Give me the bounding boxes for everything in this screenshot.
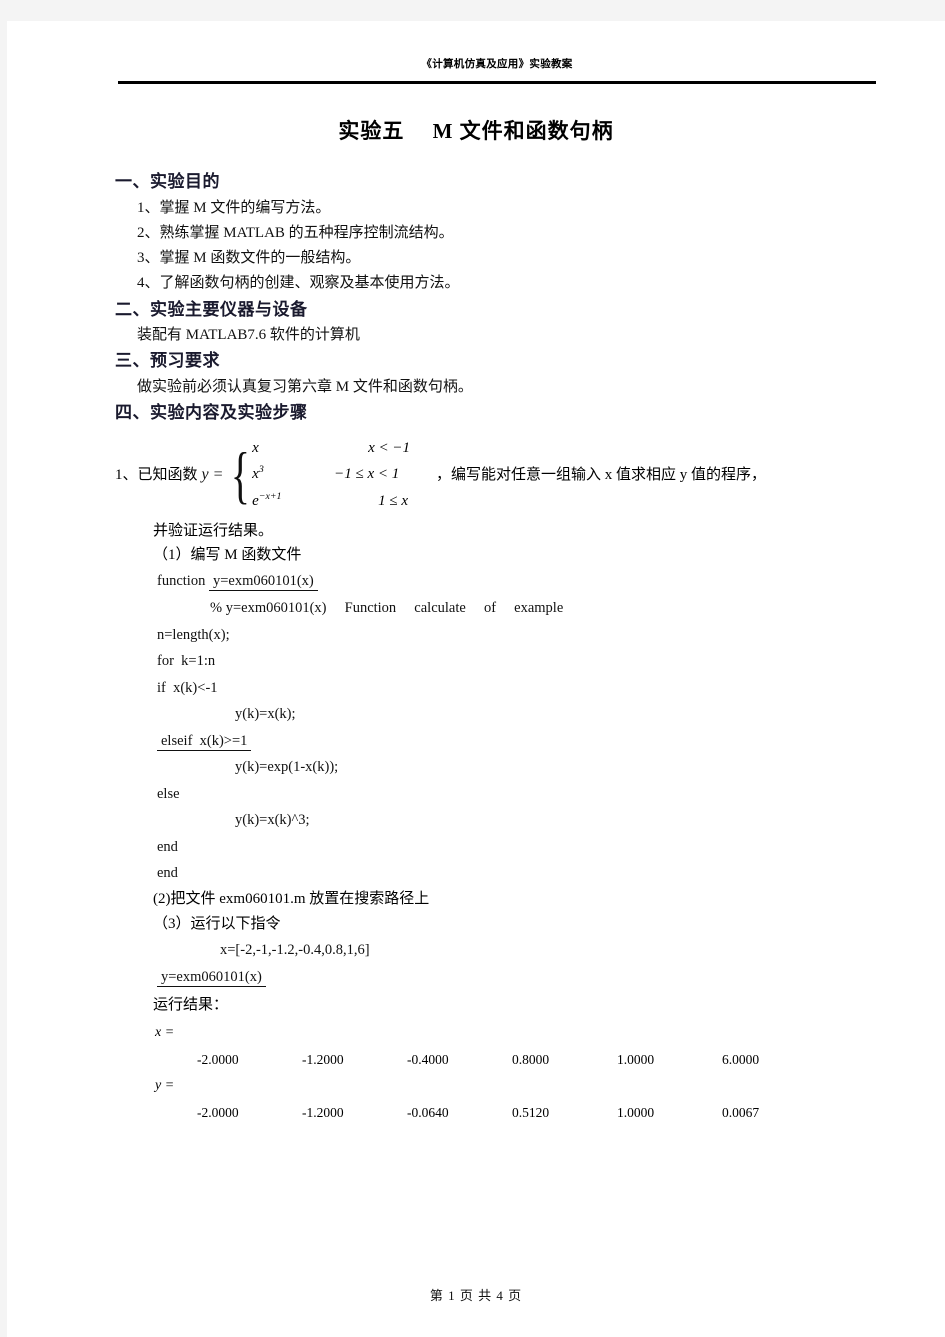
case-3-condition: 1 ≤ x xyxy=(378,493,409,510)
footer-middle: 页 共 xyxy=(459,1288,493,1303)
page-footer: 第 1 页 共 4 页 xyxy=(7,1285,945,1304)
code-line-function: function y=exm060101(x) xyxy=(157,568,887,595)
objective-item-4: 4、了解函数句柄的创建、观察及基本使用方法。 xyxy=(137,275,460,292)
left-brace-glyph: { xyxy=(231,438,251,510)
running-header: 《计算机仿真及应用》实验教案 xyxy=(421,59,573,70)
footer-prefix: 第 xyxy=(429,1288,444,1303)
case-1-expression: x xyxy=(252,439,259,456)
case-3-expression: e−x+1 xyxy=(252,491,282,510)
output-x-value-4: 0.8000 xyxy=(512,1051,550,1067)
output-x-value-3: -0.4000 xyxy=(407,1051,449,1067)
code-line-assign-1: y(k)=x(k); xyxy=(235,706,296,723)
section-heading-3: 三、预习要求 xyxy=(115,351,220,371)
equipment-text: 装配有 MATLAB7.6 软件的计算机 xyxy=(137,327,360,344)
output-x-row: -2.0000 -1.2000 -0.4000 0.8000 1.0000 6.… xyxy=(197,1047,887,1073)
code-line-for: for k=1:n xyxy=(157,653,216,670)
document-body: 一、实验目的 1、掌握 M 文件的编写方法。 2、熟练掌握 MATLAB 的五种… xyxy=(115,169,887,1126)
case-2-expression: x3 xyxy=(252,464,264,483)
footer-suffix: 页 xyxy=(508,1288,523,1303)
case-row-3: e−x+1 1 ≤ x xyxy=(252,488,410,515)
equation-y-label: y = xyxy=(201,466,224,484)
section-heading-1: 一、实验目的 xyxy=(115,172,220,191)
step-2-label: (2)把文件 exm060101.m 放置在搜索路径上 xyxy=(153,890,430,907)
header-divider-rule xyxy=(118,81,876,84)
objective-item-3: 3、掌握 M 函数文件的一般结构。 xyxy=(137,250,361,267)
page-title-en: M 文件和函数句柄 xyxy=(432,119,614,143)
code-line-comment: % y=exm060101(x) Function calculate of e… xyxy=(210,599,564,616)
footer-total-pages: 4 xyxy=(496,1288,504,1303)
verify-text: 并验证运行结果。 xyxy=(153,522,274,539)
code-line-assign-3: y(k)=x(k)^3; xyxy=(235,812,310,829)
case-3-exponent: −x+1 xyxy=(258,491,282,503)
section-heading-2: 二、实验主要仪器与设备 xyxy=(115,299,308,319)
case-row-2: x3 −1 ≤ x < 1 xyxy=(252,461,410,488)
output-y-value-4: 0.5120 xyxy=(512,1105,550,1121)
output-x-value-6: 6.0000 xyxy=(722,1051,760,1067)
command-block: x=[-2,-1,-1.2,-0.4,0.8,1,6] y=exm060101(… xyxy=(115,937,887,990)
preparation-text: 做实验前必须认真复习第六章 M 文件和函数句柄。 xyxy=(137,378,473,395)
problem-1-tail: ，编写能对任意一组输入 x 值求相应 y 值的程序， xyxy=(436,466,767,483)
output-x-label: x = xyxy=(155,1024,175,1040)
page-title: 实验五 M 文件和函数句柄 xyxy=(7,115,945,145)
code-block: function y=exm060101(x) % y=exm060101(x)… xyxy=(115,568,887,886)
case-1-condition: x < −1 xyxy=(368,439,411,456)
code-line-if: if x(k)<-1 xyxy=(157,679,218,696)
step-3-label: （3）运行以下指令 xyxy=(153,916,281,933)
page-title-cn: 实验五 xyxy=(338,119,405,143)
code-line-end-1: end xyxy=(157,838,178,855)
section-heading-4: 四、实验内容及实验步骤 xyxy=(115,403,308,423)
footer-page-number: 1 xyxy=(448,1288,456,1303)
problem-1-statement: 1、已知函数 y = { x x < −1 x3 −1 ≤ x < 1 e−x+… xyxy=(115,435,887,515)
output-y-value-5: 1.0000 xyxy=(617,1105,655,1121)
code-line-elseif: elseif x(k)>=1 xyxy=(157,728,887,755)
command-line-x: x=[-2,-1,-1.2,-0.4,0.8,1,6] xyxy=(220,942,370,959)
code-line-length: n=length(x); xyxy=(157,626,230,643)
output-y-value-6: 0.0067 xyxy=(722,1105,760,1121)
objective-item-1: 1、掌握 M 文件的编写方法。 xyxy=(137,199,331,216)
document-page: 《计算机仿真及应用》实验教案 实验五 M 文件和函数句柄 一、实验目的 1、掌握… xyxy=(7,21,945,1337)
output-y-value-2: -1.2000 xyxy=(302,1105,344,1121)
output-y-label: y = xyxy=(155,1078,175,1094)
code-line-end-2: end xyxy=(157,865,178,882)
output-x-value-5: 1.0000 xyxy=(617,1051,655,1067)
case-2-exponent: 3 xyxy=(258,464,264,476)
output-x-value-1: -2.0000 xyxy=(197,1051,239,1067)
objective-item-2: 2、熟练掌握 MATLAB 的五种程序控制流结构。 xyxy=(137,224,454,241)
case-row-1: x x < −1 xyxy=(252,435,410,462)
matlab-output: x = -2.0000 -1.2000 -0.4000 0.8000 1.000… xyxy=(115,1019,887,1126)
equation-cases: x x < −1 x3 −1 ≤ x < 1 e−x+1 1 ≤ x xyxy=(252,435,410,515)
code-line-else: else xyxy=(157,785,180,802)
output-x-value-2: -1.2000 xyxy=(302,1051,344,1067)
command-line-y: y=exm060101(x) xyxy=(157,964,887,991)
code-line-assign-2: y(k)=exp(1-x(k)); xyxy=(235,759,339,776)
case-2-condition: −1 ≤ x < 1 xyxy=(334,466,400,483)
problem-1-lead: 1、已知函数 xyxy=(115,466,198,483)
output-y-value-3: -0.0640 xyxy=(407,1105,449,1121)
result-label: 运行结果： xyxy=(153,997,229,1014)
piecewise-equation: y = { x x < −1 x3 −1 ≤ x < 1 e−x+1 1 ≤ x xyxy=(198,435,411,515)
output-y-row: -2.0000 -1.2000 -0.0640 0.5120 1.0000 0.… xyxy=(197,1100,887,1126)
output-y-value-1: -2.0000 xyxy=(197,1105,239,1121)
step-1-label: （1）编写 M 函数文件 xyxy=(153,547,302,564)
